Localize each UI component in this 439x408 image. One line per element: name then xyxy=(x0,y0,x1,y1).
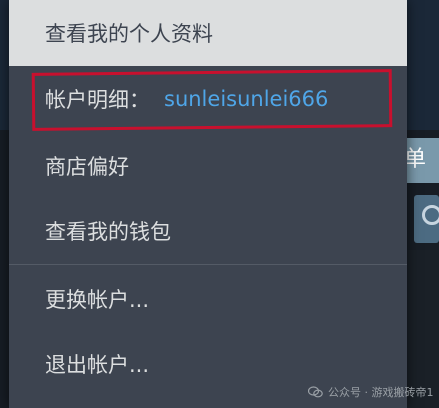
menu-item-label: 查看我的钱包 xyxy=(45,220,171,244)
menu-item-account-details[interactable]: 帐户明细： sunleisunlei666 xyxy=(9,67,407,131)
account-username: sunleisunlei666 xyxy=(164,87,329,111)
menu-item-view-wallet[interactable]: 查看我的钱包 xyxy=(9,199,407,263)
wechat-icon xyxy=(308,386,323,398)
search-icon xyxy=(422,205,439,225)
menu-item-store-preferences[interactable]: 商店偏好 xyxy=(9,134,407,198)
account-dropdown-menu: 查看我的个人资料 帐户明细： sunleisunlei666 商店偏好 查看我的… xyxy=(9,0,407,408)
menu-item-label: 商店偏好 xyxy=(45,155,129,179)
menu-item-label: 帐户明细： xyxy=(45,88,150,112)
menu-item-label: 查看我的个人资料 xyxy=(45,22,213,46)
menu-item-change-account[interactable]: 更换帐户... xyxy=(9,267,407,331)
menu-divider xyxy=(9,264,407,265)
watermark-text: 公众号 · 游戏搬砖帝1 xyxy=(328,386,434,399)
menu-item-label: 更换帐户... xyxy=(45,288,150,312)
menu-item-label: 退出帐户... xyxy=(45,353,150,377)
watermark: 公众号 · 游戏搬砖帝1 xyxy=(308,384,434,400)
background-tab-label: 单 xyxy=(404,147,427,172)
menu-item-view-profile[interactable]: 查看我的个人资料 xyxy=(9,0,407,66)
